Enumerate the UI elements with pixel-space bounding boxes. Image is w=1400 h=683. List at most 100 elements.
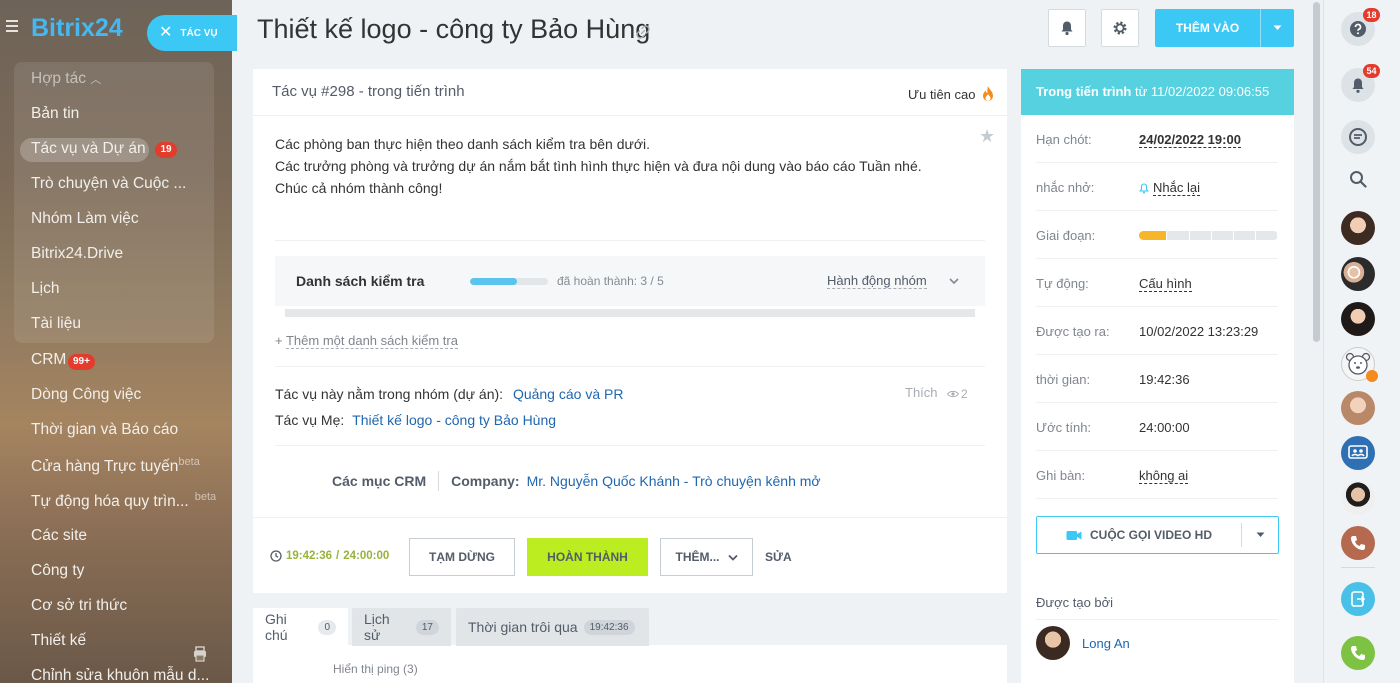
stage-progress[interactable] xyxy=(1139,231,1278,240)
creator-avatar[interactable] xyxy=(1036,626,1070,660)
like-link[interactable]: Thích xyxy=(905,385,938,400)
sidebar-item-edit-template[interactable]: Chỉnh sửa khuôn mẫu d... xyxy=(31,667,209,683)
sidebar-item-workflows[interactable]: Dòng Công việc xyxy=(31,386,141,404)
tab-count: 19:42:36 xyxy=(583,619,635,635)
sidebar-item-drive[interactable]: Bitrix24.Drive xyxy=(31,245,123,263)
add-button[interactable]: THÊM VÀO xyxy=(1155,9,1294,47)
sidebar-item-sites[interactable]: Các site xyxy=(31,527,87,545)
tab-comments[interactable]: Ghi chú 0 xyxy=(253,608,348,646)
sidebar-item-chat[interactable]: Trò chuyện và Cuộc ... xyxy=(31,175,186,193)
help-button[interactable]: 18 xyxy=(1341,8,1380,46)
stage-segment[interactable] xyxy=(1189,231,1212,240)
sidebar-item-design[interactable]: Thiết kế xyxy=(31,632,86,650)
close-icon: ✕ xyxy=(159,24,173,41)
pause-button[interactable]: TẠM DỪNG xyxy=(409,538,515,576)
sidebar-item-documents[interactable]: Tài liệu xyxy=(31,315,81,333)
score-value[interactable]: không ai xyxy=(1139,468,1189,484)
stage-segment[interactable] xyxy=(1139,231,1168,240)
add-checklist-link[interactable]: + Thêm một danh sách kiểm tra xyxy=(275,333,458,349)
sidebar-item-workgroups[interactable]: Nhóm Làm việc xyxy=(31,210,139,228)
edit-button[interactable]: SỬA xyxy=(765,538,793,576)
group-project-link[interactable]: Quảng cáo và PR xyxy=(513,386,624,402)
settings-button[interactable] xyxy=(1101,9,1139,47)
close-task-slider-button[interactable]: ✕ TÁC VỤ xyxy=(147,15,237,51)
checklist-header[interactable]: Danh sách kiểm tra đã hoàn thành: 3 / 5 … xyxy=(275,256,985,306)
sidebar-group-collaboration[interactable]: Hợp tác ︿ xyxy=(31,70,101,88)
stage-segment[interactable] xyxy=(1255,231,1278,240)
sidebar-item-knowledge-base[interactable]: Cơ sở tri thức xyxy=(31,597,127,615)
contact-avatar[interactable] xyxy=(1341,391,1375,425)
menu-icon[interactable] xyxy=(6,20,18,32)
task-actions-bar: 19:42:36 / 24:00:00 TẠM DỪNG HOÀN THÀNH … xyxy=(253,517,1007,593)
eye-icon xyxy=(947,390,959,398)
show-pings-link[interactable]: Hiển thị ping (3) xyxy=(333,662,418,676)
tab-elapsed-time[interactable]: Thời gian trôi qua 19:42:36 xyxy=(456,608,649,646)
group-chat-avatar[interactable] xyxy=(1341,257,1375,291)
gear-icon xyxy=(1113,21,1127,35)
time-spent-row: thời gian: 19:42:36 xyxy=(1036,355,1278,403)
page-title: Thiết kế logo - công ty Bảo Hùng xyxy=(257,14,651,44)
chevron-down-icon[interactable] xyxy=(1242,532,1278,538)
tab-history[interactable]: Lịch sử 17 xyxy=(352,608,451,646)
general-chat-button[interactable] xyxy=(1341,436,1375,470)
main-scrollbar[interactable] xyxy=(1309,0,1323,683)
copy-link-icon[interactable] xyxy=(636,25,650,39)
bear-avatar[interactable] xyxy=(1341,347,1378,382)
score-row: Ghi bàn: không ai xyxy=(1036,451,1278,499)
crm-counter-badge: 99+ xyxy=(68,354,95,370)
chevron-down-icon[interactable] xyxy=(1261,25,1294,31)
time-spent-value: 19:42:36 xyxy=(1139,372,1190,387)
automation-configure-link[interactable]: Cấu hình xyxy=(1139,276,1192,292)
sidebar-item-automation[interactable]: Tự động hóa quy trìn... beta xyxy=(31,491,216,511)
company-link[interactable]: Mr. Nguyễn Quốc Khánh - Trò chuyện kênh … xyxy=(527,473,821,489)
bell-icon xyxy=(1061,21,1073,36)
screen-share-button[interactable] xyxy=(1341,582,1375,616)
reminder-value[interactable]: Nhắc lại xyxy=(1139,180,1200,196)
deadline-row: Hạn chót: 24/02/2022 19:00 xyxy=(1036,115,1278,163)
parent-task-link[interactable]: Thiết kế logo - công ty Bảo Hùng xyxy=(352,412,556,428)
sidebar-item-time-reports[interactable]: Thời gian và Báo cáo xyxy=(31,421,178,439)
search-button[interactable] xyxy=(1341,162,1375,196)
follow-bell-button[interactable] xyxy=(1048,9,1086,47)
stage-segment[interactable] xyxy=(1233,231,1256,240)
sidebar-item-online-store[interactable]: Cửa hàng Trực tuyếnbeta xyxy=(31,456,200,476)
bitrix24-logo[interactable]: Bitrix24 xyxy=(31,14,123,43)
task-timer: 19:42:36 / 24:00:00 xyxy=(270,550,389,562)
stage-segment[interactable] xyxy=(1167,231,1190,240)
contact-avatar[interactable] xyxy=(1341,211,1375,245)
notifications-badge: 54 xyxy=(1363,64,1380,78)
messenger-button[interactable] xyxy=(1341,120,1375,154)
sidebar-item-company[interactable]: Công ty xyxy=(31,562,84,580)
printer-icon[interactable] xyxy=(193,646,207,662)
divider xyxy=(275,240,985,241)
estimate-value: 24:00:00 xyxy=(1139,420,1190,435)
star-icon[interactable]: ★ xyxy=(979,126,995,147)
task-number-status: Tác vụ #298 - trong tiến trình xyxy=(272,83,465,100)
notifications-button[interactable]: 54 xyxy=(1341,64,1380,102)
phone-icon xyxy=(1351,646,1365,660)
priority-label[interactable]: Ưu tiên cao xyxy=(908,87,975,102)
plus-sign: + xyxy=(275,333,283,348)
fire-icon[interactable] xyxy=(980,85,996,103)
deadline-value[interactable]: 24/02/2022 19:00 xyxy=(1139,132,1241,148)
contact-avatar[interactable] xyxy=(1341,481,1375,515)
stage-segment[interactable] xyxy=(1211,231,1234,240)
sidebar-item-tasks[interactable]: Tác vụ và Dự án xyxy=(31,140,146,158)
scrollbar-thumb[interactable] xyxy=(1313,2,1320,342)
clock-icon xyxy=(270,550,282,562)
group-action-link[interactable]: Hành động nhóm xyxy=(827,273,927,289)
sidebar-item-news[interactable]: Bản tin xyxy=(31,105,79,123)
contact-avatar[interactable] xyxy=(1341,302,1375,336)
task-card: Tác vụ #298 - trong tiến trình Ưu tiên c… xyxy=(253,69,1007,593)
hd-video-call-button[interactable]: CUỘC GỌI VIDEO HD xyxy=(1036,516,1279,554)
call-button[interactable] xyxy=(1341,526,1375,560)
creator-name-link[interactable]: Long An xyxy=(1082,636,1130,651)
created-on-value: 10/02/2022 13:23:29 xyxy=(1139,324,1259,339)
help-badge: 18 xyxy=(1363,8,1380,22)
more-button[interactable]: THÊM... xyxy=(660,538,753,576)
telephony-button[interactable] xyxy=(1341,636,1375,670)
sidebar-item-calendar[interactable]: Lịch xyxy=(31,280,59,298)
chevron-down-icon[interactable] xyxy=(948,275,960,287)
sidebar-item-crm[interactable]: CRM xyxy=(31,351,66,369)
complete-button[interactable]: HOÀN THÀNH xyxy=(527,538,648,576)
